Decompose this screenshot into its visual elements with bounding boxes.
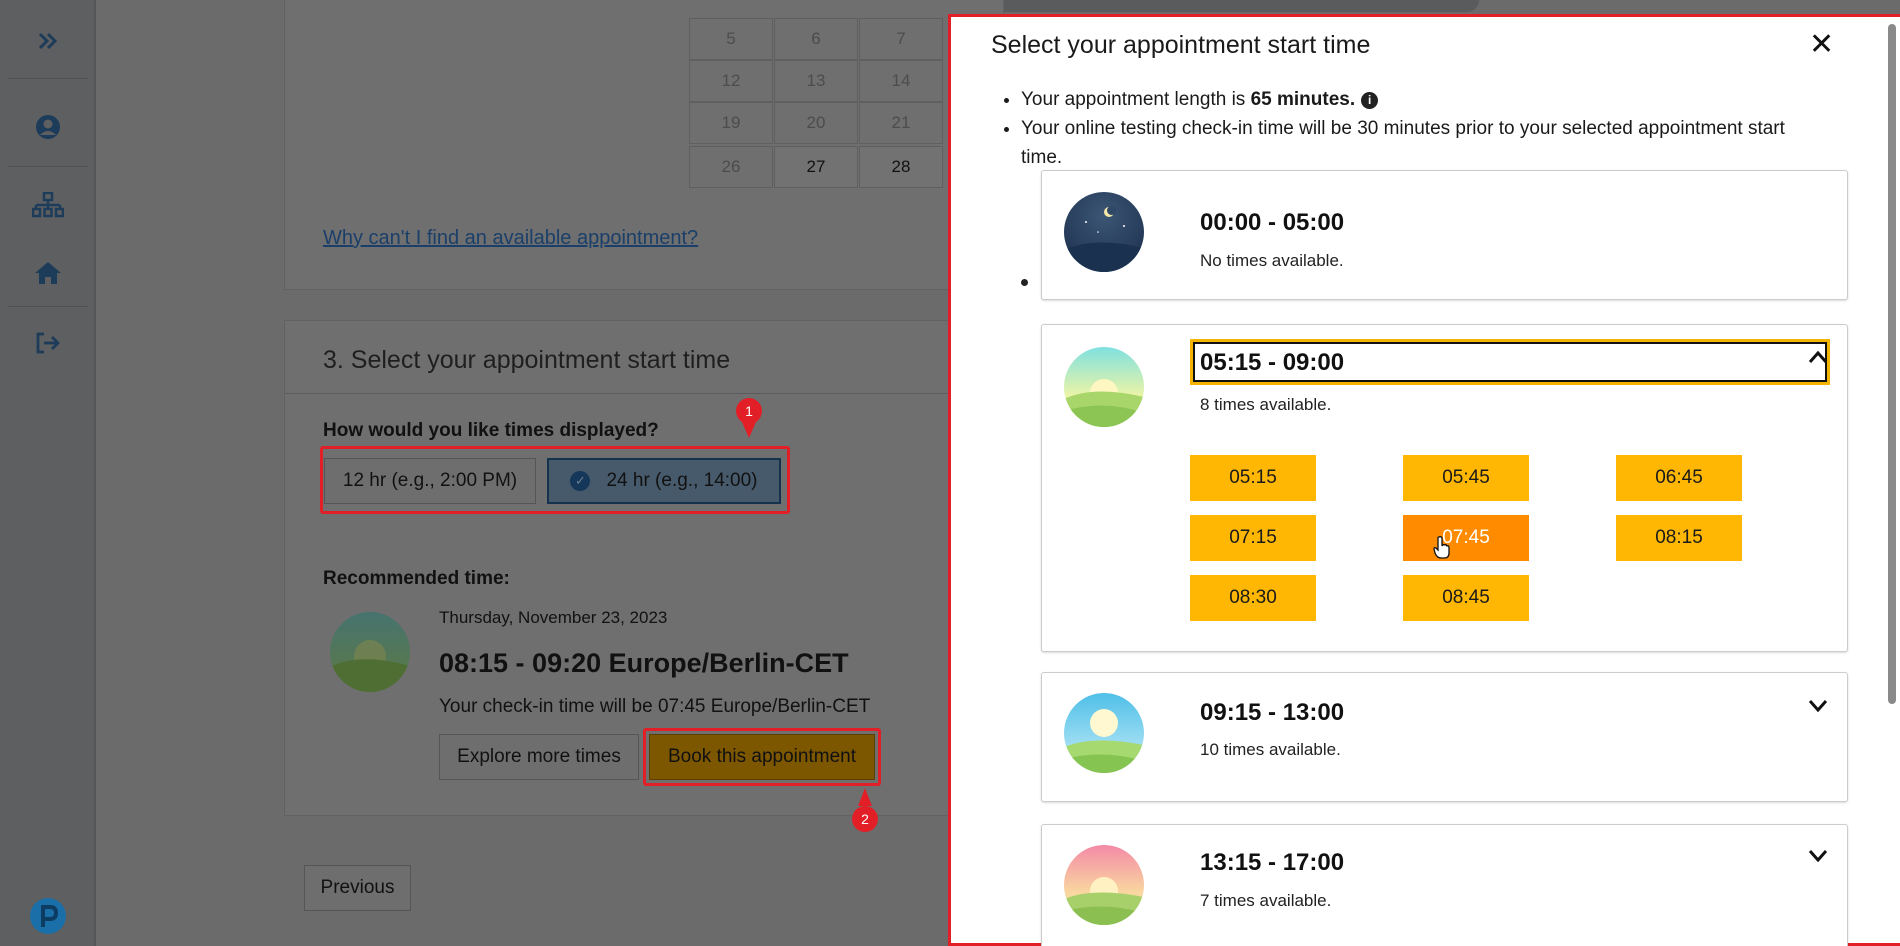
time-slot-card[interactable]: 05:15 - 09:00 8 times available. 05:15 0…: [1041, 324, 1848, 652]
time-option-label: 06:45: [1655, 467, 1703, 488]
checkin-note: Your online testing check-in time will b…: [1021, 118, 1785, 168]
chevron-up-icon[interactable]: [1808, 347, 1828, 370]
sidebar-divider: [8, 78, 88, 79]
time-slot-card[interactable]: 13:15 - 17:00 7 times available.: [1041, 824, 1848, 946]
calendar-day: 5: [689, 18, 773, 60]
sunrise-icon: [1064, 347, 1144, 427]
slot-availability: 8 times available.: [1200, 395, 1332, 414]
time-option-label: 08:15: [1655, 527, 1703, 548]
explore-more-times-button[interactable]: Explore more times: [439, 734, 639, 780]
info-icon[interactable]: i: [1361, 92, 1379, 109]
home-icon[interactable]: [0, 258, 96, 288]
slot-range: 05:15 - 09:00: [1200, 349, 1345, 376]
slot-availability: 10 times available.: [1200, 740, 1341, 759]
time-option-button[interactable]: 05:15: [1190, 455, 1316, 501]
pearson-logo-icon: [0, 896, 96, 936]
calendar-day: 20: [774, 102, 858, 144]
slot-availability: No times available.: [1200, 251, 1344, 270]
calendar-day: 6: [774, 18, 858, 60]
availability-help-link[interactable]: Why can't I find an available appointmen…: [323, 227, 698, 250]
user-icon[interactable]: [0, 112, 96, 142]
time-slot-card[interactable]: 09:15 - 13:00 10 times available.: [1041, 672, 1848, 802]
day-icon: [1064, 693, 1144, 773]
annotation-marker-tail: [742, 422, 756, 438]
calendar-day: 7: [859, 18, 943, 60]
calendar-day: 21: [859, 102, 943, 144]
appointment-length-item: Your appointment length is 65 minutes. i: [1021, 85, 1821, 114]
display-question: How would you like times displayed?: [323, 420, 659, 441]
recommended-time: 08:15 - 09:20 Europe/Berlin-CET: [439, 648, 849, 678]
modal-scrollbar[interactable]: [1888, 24, 1896, 704]
previous-label: Previous: [320, 877, 395, 898]
calendar-day: 19: [689, 102, 773, 144]
calendar-day: 12: [689, 60, 773, 102]
annotation-marker-2: 2: [852, 806, 878, 832]
calendar-day[interactable]: 28: [859, 146, 943, 188]
time-option-label: 07:15: [1229, 527, 1277, 548]
time-option-label: 08:30: [1229, 587, 1277, 608]
time-selection-modal: Select your appointment start time ✕ You…: [948, 14, 1900, 946]
calendar-day: 26: [689, 146, 773, 188]
previous-button[interactable]: Previous: [304, 865, 411, 911]
time-option-label: 05:45: [1442, 467, 1490, 488]
marker-1-label: 1: [745, 403, 753, 419]
time-slot-card[interactable]: 00:00 - 05:00 No times available.: [1041, 170, 1848, 300]
time-option-button[interactable]: 08:15: [1616, 515, 1742, 561]
annotation-marker-1: 1: [736, 398, 762, 424]
modal-info-list: Your appointment length is 65 minutes.i …: [1021, 85, 1821, 172]
calendar-day: 14: [859, 60, 943, 102]
list-bullet: [1021, 279, 1028, 286]
chevron-down-icon[interactable]: [1808, 845, 1828, 868]
annotation-box-1: [320, 446, 790, 514]
length-value: 65 minutes.: [1250, 89, 1356, 110]
time-option-button[interactable]: 08:45: [1403, 575, 1529, 621]
recommended-label: Recommended time:: [323, 568, 510, 589]
length-prefix: Your appointment length is: [1021, 89, 1251, 110]
time-option-button[interactable]: 06:45: [1616, 455, 1742, 501]
time-option-label: 05:15: [1229, 467, 1277, 488]
hand-cursor-icon: [1433, 536, 1450, 559]
marker-2-label: 2: [861, 811, 869, 827]
section-divider: [285, 393, 1003, 394]
logout-icon[interactable]: [0, 328, 96, 358]
time-option-button[interactable]: 05:45: [1403, 455, 1529, 501]
time-option-button[interactable]: 07:15: [1190, 515, 1316, 561]
slot-range: 13:15 - 17:00: [1200, 849, 1345, 876]
slot-availability: 7 times available.: [1200, 891, 1332, 910]
recommended-date: Thursday, November 23, 2023: [439, 608, 668, 627]
sunset-icon: [1064, 845, 1144, 925]
time-option-label: 08:45: [1442, 587, 1490, 608]
modal-title: Select your appointment start time: [991, 31, 1371, 59]
close-icon[interactable]: ✕: [1809, 27, 1834, 62]
sidebar-divider: [8, 166, 88, 167]
expand-icon[interactable]: [0, 26, 96, 56]
night-icon: [1064, 192, 1144, 272]
checkin-text: Your check-in time will be 07:45 Europe/…: [439, 696, 871, 717]
sidebar: [0, 0, 96, 946]
slot-range: 09:15 - 13:00: [1200, 699, 1345, 726]
annotation-box-2: [643, 728, 881, 786]
slot-range: 00:00 - 05:00: [1200, 209, 1345, 236]
annotation-marker-tail: [858, 788, 872, 806]
sunrise-icon: [330, 612, 410, 692]
checkin-note-item: Your online testing check-in time will b…: [1021, 114, 1821, 172]
calendar-day: 13: [774, 60, 858, 102]
sidebar-divider: [8, 306, 88, 307]
calendar-day[interactable]: 27: [774, 146, 858, 188]
sitemap-icon[interactable]: [0, 190, 96, 220]
time-option-button[interactable]: 08:30: [1190, 575, 1316, 621]
section3-title: 3. Select your appointment start time: [323, 346, 731, 374]
explore-more-times-label: Explore more times: [457, 746, 621, 767]
chevron-down-icon[interactable]: [1808, 695, 1828, 718]
time-option-button[interactable]: 07:45: [1403, 515, 1529, 561]
